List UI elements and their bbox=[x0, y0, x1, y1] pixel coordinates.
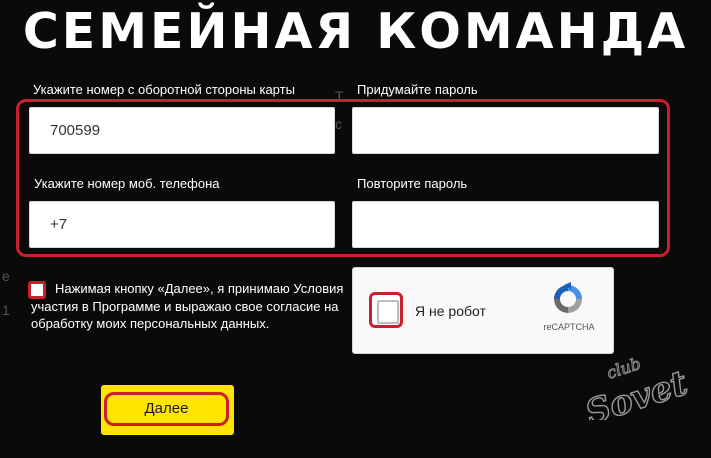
card-number-input[interactable] bbox=[29, 107, 335, 154]
password-repeat-input[interactable] bbox=[352, 201, 659, 248]
password-repeat-label: Повторите пароль bbox=[357, 176, 468, 191]
card-number-label: Укажите номер с оборотной стороны карты bbox=[33, 82, 295, 97]
phone-label: Укажите номер моб. телефона bbox=[34, 176, 220, 191]
password-input[interactable] bbox=[352, 107, 659, 154]
recaptcha-widget: Я не робот reCAPTCHA bbox=[352, 267, 614, 354]
captcha-label: Я не робот bbox=[415, 303, 486, 319]
phone-input[interactable] bbox=[29, 201, 335, 248]
recaptcha-icon bbox=[554, 282, 582, 313]
background-artifact: е bbox=[2, 268, 10, 284]
recaptcha-brand: reCAPTCHA bbox=[543, 322, 595, 332]
next-button-container: Далее bbox=[101, 385, 234, 435]
background-artifact: 1 bbox=[2, 302, 10, 318]
captcha-checkbox[interactable] bbox=[369, 292, 403, 328]
password-label: Придумайте пароль bbox=[357, 82, 478, 97]
page-title: СЕМЕЙНАЯ КОМАНДА bbox=[22, 3, 689, 60]
consent-text: Нажимая кнопку «Далее», я принимаю Услов… bbox=[31, 281, 344, 331]
next-button[interactable]: Далее bbox=[104, 392, 229, 426]
club-sovet-watermark: club Sovet bbox=[580, 353, 692, 420]
